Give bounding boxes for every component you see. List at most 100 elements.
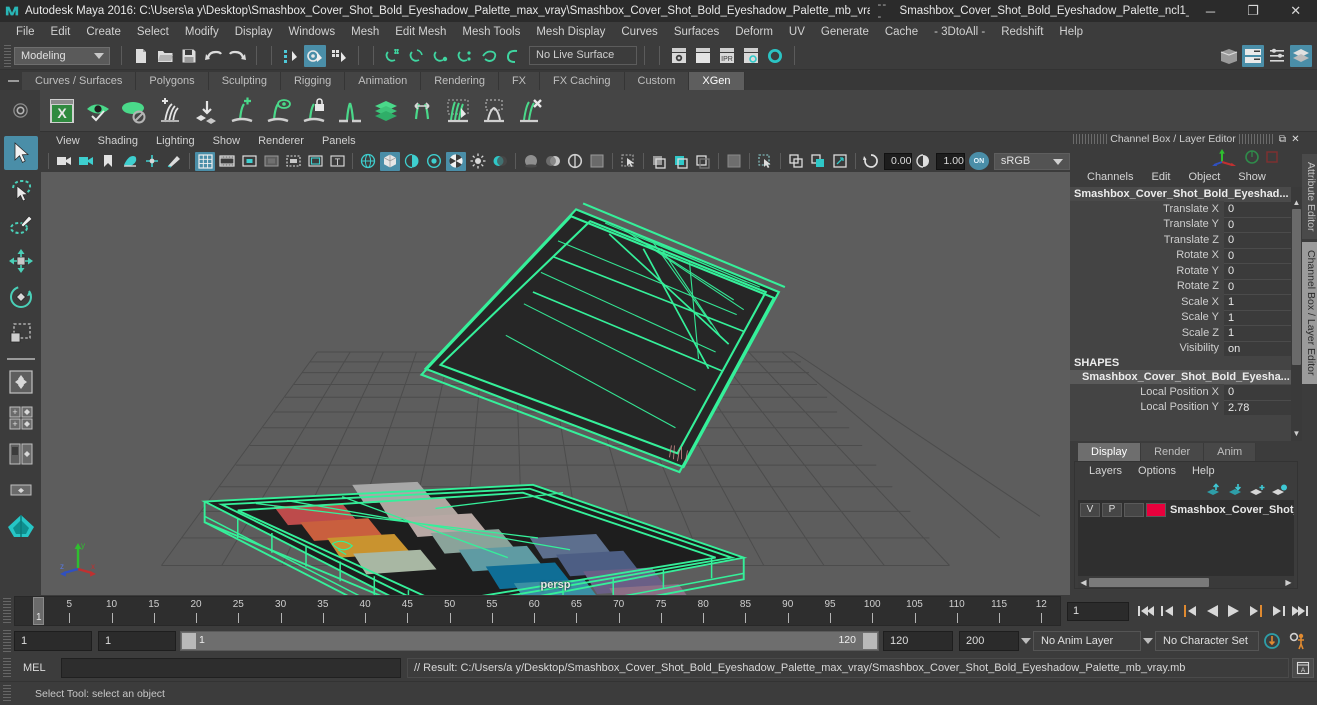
- play-backwards-icon[interactable]: [1201, 599, 1223, 623]
- channel-row[interactable]: Scale Y1: [1070, 309, 1302, 325]
- xgen-preview-icon[interactable]: [81, 94, 115, 128]
- shelf-tab-fx[interactable]: FX: [498, 72, 541, 90]
- xgen-add-description-icon[interactable]: [153, 94, 187, 128]
- resolution-gate-icon[interactable]: [239, 152, 259, 171]
- xgen-groom-brush-icon[interactable]: [441, 94, 475, 128]
- render-settings-icon[interactable]: [740, 45, 762, 67]
- image-plane-icon[interactable]: [120, 152, 140, 171]
- channel-box-scrollbar[interactable]: ▲ ▼: [1291, 187, 1302, 441]
- select-tool[interactable]: [3, 136, 38, 170]
- select-camera-icon[interactable]: [54, 152, 74, 171]
- panel-undock-button[interactable]: ⧉: [1276, 133, 1289, 146]
- range-bar-right-handle[interactable]: [863, 633, 877, 649]
- menu-item-mesh[interactable]: Mesh: [343, 22, 387, 42]
- layer-list[interactable]: V P Smashbox_Cover_Shot_E ◀ ▶: [1078, 500, 1294, 588]
- xgen-add-guide-icon[interactable]: [225, 94, 259, 128]
- channel-row[interactable]: Translate X0: [1070, 201, 1302, 217]
- undo-icon[interactable]: [202, 45, 224, 67]
- viewport-menu-show[interactable]: Show: [204, 132, 250, 150]
- xgen-lock-guide-icon[interactable]: [297, 94, 331, 128]
- show-hide-attribute-editor-icon[interactable]: [1242, 44, 1264, 67]
- copy-view-icon[interactable]: [786, 152, 806, 171]
- layer-visibility-toggle[interactable]: V: [1080, 502, 1100, 517]
- step-forward-keyframe-icon[interactable]: [1267, 599, 1289, 623]
- smooth-shade-all-icon[interactable]: [380, 151, 400, 171]
- shelf-tab-polygons[interactable]: Polygons: [136, 72, 209, 90]
- snap-to-grid-icon[interactable]: [382, 45, 404, 67]
- grease-pencil-icon[interactable]: [164, 152, 184, 171]
- shelf-grip[interactable]: [4, 72, 22, 90]
- play-forwards-icon[interactable]: [1223, 599, 1245, 623]
- animation-preferences-icon[interactable]: [1285, 629, 1311, 653]
- channel-box-menu-object[interactable]: Object: [1179, 168, 1229, 187]
- layer-scroll-thumb[interactable]: [1089, 577, 1209, 587]
- color-management-selector[interactable]: sRGB gamma: [993, 152, 1070, 182]
- menu-item-deform[interactable]: Deform: [727, 22, 781, 42]
- shelf-options-button[interactable]: [0, 89, 40, 132]
- two-d-pan-zoom-icon[interactable]: [142, 152, 162, 171]
- channel-box-scroll-up[interactable]: ▲: [1291, 197, 1302, 208]
- go-to-end-icon[interactable]: [1289, 599, 1311, 623]
- panel-grip-right[interactable]: [1239, 134, 1273, 144]
- live-surface-field[interactable]: No Live Surface: [529, 46, 637, 65]
- viewport-menu-lighting[interactable]: Lighting: [147, 132, 204, 150]
- use-all-lights-icon[interactable]: [468, 152, 488, 171]
- menu-item-modify[interactable]: Modify: [177, 22, 227, 42]
- render-current-frame-icon[interactable]: [668, 45, 690, 67]
- channel-box-shape-name[interactable]: Smashbox_Cover_Shot_Bold_Eyesha...: [1070, 370, 1302, 384]
- panel-grip-left[interactable]: [1073, 134, 1107, 144]
- select-by-component-icon[interactable]: [328, 45, 350, 67]
- xgen-disable-preview-icon[interactable]: [117, 94, 151, 128]
- paint-select-tool[interactable]: [4, 208, 38, 242]
- layer-move-up-icon[interactable]: [1204, 482, 1223, 499]
- command-language-label[interactable]: MEL: [15, 662, 61, 674]
- menu-item-surfaces[interactable]: Surfaces: [666, 22, 727, 42]
- vertical-tab-attribute-editor[interactable]: Attribute Editor: [1302, 154, 1317, 240]
- range-end-time-field[interactable]: 120: [883, 631, 953, 651]
- film-origin-icon[interactable]: [283, 152, 303, 171]
- menu-set-selector[interactable]: Modeling: [14, 46, 110, 65]
- exposure-value-field[interactable]: 0.00: [884, 152, 913, 170]
- film-gate-icon[interactable]: [217, 152, 237, 171]
- xray-joints-icon[interactable]: [671, 152, 691, 171]
- viewport-menu-shading[interactable]: Shading: [89, 132, 147, 150]
- menu-item-select[interactable]: Select: [129, 22, 177, 42]
- menu-item-help[interactable]: Help: [1051, 22, 1091, 42]
- snap-to-point-icon[interactable]: [430, 45, 452, 67]
- menu-item-create[interactable]: Create: [78, 22, 129, 42]
- move-tool[interactable]: [4, 244, 38, 278]
- channel-row[interactable]: Translate Y0: [1070, 216, 1302, 232]
- shelf-tab-curves-surfaces[interactable]: Curves / Surfaces: [22, 72, 137, 90]
- layer-scroll-left[interactable]: ◀: [1078, 578, 1089, 587]
- step-back-frame-icon[interactable]: [1179, 599, 1201, 623]
- menu-item-display[interactable]: Display: [227, 22, 281, 42]
- show-hide-channel-box-icon[interactable]: [1290, 44, 1312, 67]
- step-forward-frame-icon[interactable]: [1245, 599, 1267, 623]
- menu-item-cache[interactable]: Cache: [877, 22, 926, 42]
- layer-editor-menu-help[interactable]: Help: [1184, 462, 1223, 480]
- lock-camera-icon[interactable]: [76, 152, 96, 171]
- shelf-tab-rendering[interactable]: Rendering: [421, 72, 499, 90]
- new-scene-icon[interactable]: [130, 45, 152, 67]
- grid-icon[interactable]: [195, 151, 215, 171]
- channel-row[interactable]: Local Position Y 2.78: [1070, 399, 1302, 415]
- menu-item-uv[interactable]: UV: [781, 22, 813, 42]
- xgen-mirror-guide-icon[interactable]: [333, 94, 367, 128]
- xgen-import-collection-icon[interactable]: [189, 94, 223, 128]
- menu-item-generate[interactable]: Generate: [813, 22, 877, 42]
- motion-blur-icon[interactable]: [543, 152, 563, 171]
- ipr-render-icon[interactable]: IPR: [716, 45, 738, 67]
- minimize-button[interactable]: ─: [1189, 0, 1232, 22]
- channel-box-scroll-down[interactable]: ▼: [1291, 428, 1302, 439]
- menu-item-edit-mesh[interactable]: Edit Mesh: [387, 22, 454, 42]
- xray-active-components-icon[interactable]: [693, 152, 713, 171]
- anim-start-time-field[interactable]: 1: [14, 631, 92, 651]
- menu-item-curves[interactable]: Curves: [613, 22, 665, 42]
- range-row-grip[interactable]: [3, 630, 11, 652]
- layer-list-hscrollbar[interactable]: ◀ ▶: [1078, 576, 1294, 588]
- menu-item-windows[interactable]: Windows: [280, 22, 343, 42]
- exposure-bg-icon[interactable]: [724, 152, 744, 171]
- multisample-icon[interactable]: [565, 152, 585, 171]
- panel-close-button[interactable]: ✕: [1289, 133, 1302, 146]
- xgen-move-guides-icon[interactable]: [405, 94, 439, 128]
